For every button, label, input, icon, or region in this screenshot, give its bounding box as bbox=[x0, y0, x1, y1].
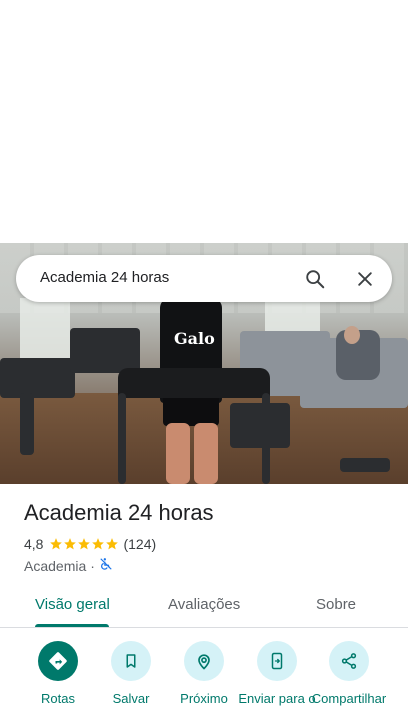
photo-machine bbox=[0, 358, 75, 398]
photo-treadmill bbox=[118, 393, 126, 484]
not-wheelchair-accessible-icon bbox=[99, 557, 113, 574]
photo-machine bbox=[340, 458, 390, 472]
directions-icon bbox=[38, 641, 78, 681]
star-icon bbox=[64, 538, 77, 550]
search-icon[interactable] bbox=[299, 263, 331, 295]
rating-row[interactable]: 4,8 (124) bbox=[24, 536, 156, 552]
photo-machine bbox=[230, 403, 290, 448]
nearby-button[interactable]: Próximo bbox=[164, 641, 244, 706]
send-to-phone-label: Enviar para o bbox=[238, 691, 316, 706]
photo-treadmill bbox=[118, 368, 270, 398]
nearby-icon bbox=[184, 641, 224, 681]
photo-treadmill bbox=[262, 393, 270, 484]
bookmark-icon bbox=[111, 641, 151, 681]
separator-dot: · bbox=[90, 557, 95, 574]
photo-window bbox=[20, 298, 70, 358]
photo-person-leg bbox=[166, 423, 190, 484]
category-row: Academia · bbox=[24, 557, 113, 574]
close-icon[interactable] bbox=[349, 263, 381, 295]
share-label: Compartilhar bbox=[311, 691, 387, 706]
map-area bbox=[0, 0, 408, 243]
rating-stars bbox=[49, 537, 119, 551]
star-icon bbox=[78, 538, 91, 550]
star-icon bbox=[106, 538, 119, 550]
send-to-phone-icon bbox=[257, 641, 297, 681]
directions-label: Rotas bbox=[41, 691, 75, 706]
save-label: Salvar bbox=[112, 691, 150, 706]
save-button[interactable]: Salvar bbox=[91, 641, 171, 706]
star-icon bbox=[92, 538, 105, 550]
share-button[interactable]: Compartilhar bbox=[309, 641, 389, 706]
star-icon bbox=[50, 538, 63, 550]
photo-person-head bbox=[344, 326, 360, 344]
photo-machine bbox=[20, 393, 34, 455]
rating-value: 4,8 bbox=[24, 536, 44, 552]
directions-button[interactable]: Rotas bbox=[18, 641, 98, 706]
place-category: Academia bbox=[24, 557, 87, 574]
tab-reviews[interactable]: Avaliações bbox=[168, 596, 240, 613]
photo-machine bbox=[70, 328, 140, 373]
search-input[interactable]: Academia 24 horas bbox=[40, 269, 169, 286]
review-count[interactable]: (124) bbox=[123, 536, 156, 552]
place-title: Academia 24 horas bbox=[24, 500, 214, 525]
share-icon bbox=[329, 641, 369, 681]
action-bar: Rotas Salvar Próximo Enviar para o Compa… bbox=[0, 641, 408, 726]
tab-overview[interactable]: Visão geral bbox=[35, 596, 110, 613]
photo-person-leg bbox=[194, 423, 218, 484]
search-bar[interactable]: Academia 24 horas bbox=[16, 255, 392, 302]
tab-active-indicator bbox=[35, 624, 109, 627]
tab-about[interactable]: Sobre bbox=[316, 596, 356, 613]
nearby-label: Próximo bbox=[180, 691, 228, 706]
send-to-phone-button[interactable]: Enviar para o bbox=[237, 641, 317, 706]
photo-shirt-logo: Galo bbox=[174, 329, 215, 348]
tab-bar: Visão geral Avaliações Sobre bbox=[0, 585, 408, 628]
